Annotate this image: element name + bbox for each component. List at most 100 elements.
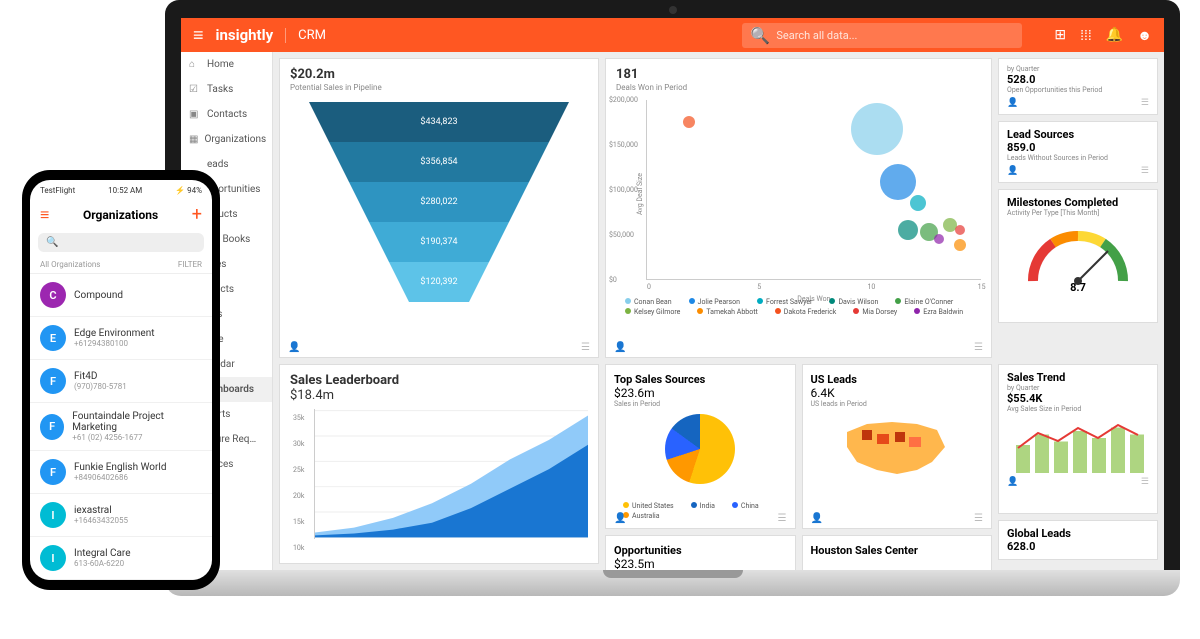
menu-icon[interactable]: ≡ bbox=[40, 205, 49, 225]
global-value: 628.0 bbox=[1007, 540, 1149, 553]
battery-label: ⚡ 94% bbox=[175, 186, 202, 195]
list-icon[interactable]: ☰ bbox=[778, 513, 787, 524]
funnel-segment: $356,854 bbox=[329, 142, 549, 182]
bubble-point bbox=[955, 225, 965, 235]
laptop-bezel: ≡ insightly CRM 🔍 ⊞ ⁞⁞⁞ 🔔 ☻ ⌂Home☑Tasks▣… bbox=[165, 0, 1180, 570]
status-bar: TestFlight 10:52 AM ⚡ 94% bbox=[30, 180, 212, 200]
bubble-point bbox=[910, 195, 926, 211]
person-icon[interactable]: 👤 bbox=[1007, 98, 1018, 108]
person-icon[interactable]: 👤 bbox=[1007, 166, 1018, 176]
phone-search[interactable]: 🔍 bbox=[38, 233, 204, 252]
x-axis-label: Deals Won bbox=[797, 295, 830, 303]
person-icon[interactable]: 👤 bbox=[1007, 477, 1018, 487]
houston-title: Houston Sales Center bbox=[811, 544, 984, 557]
bubble-point bbox=[898, 220, 918, 240]
funnel-card: $20.2m Potential Sales in Pipeline $434,… bbox=[279, 58, 599, 358]
time-label: 10:52 AM bbox=[108, 186, 142, 195]
brand-logo: insightly bbox=[216, 26, 274, 44]
houston-card: Houston Sales Center bbox=[802, 535, 993, 570]
leaderboard-card: Sales Leaderboard $18.4m bbox=[279, 364, 599, 564]
org-list: C CompoundE Edge Environment+61294380100… bbox=[30, 274, 212, 580]
org-item[interactable]: I Integral Care613-60A-6220 bbox=[30, 537, 212, 580]
top-actions: ⊞ ⁞⁞⁞ 🔔 ☻ bbox=[1054, 27, 1152, 44]
opps-value: $23.5m bbox=[614, 557, 787, 570]
org-item[interactable]: E Edge Environment+61294380100 bbox=[30, 317, 212, 360]
person-icon[interactable]: 👤 bbox=[614, 513, 626, 524]
top-bar: ≡ insightly CRM 🔍 ⊞ ⁞⁞⁞ 🔔 ☻ bbox=[181, 18, 1164, 52]
list-icon[interactable]: ☰ bbox=[1141, 166, 1149, 176]
global-title: Global Leads bbox=[1007, 527, 1149, 540]
org-item[interactable]: C Compound bbox=[30, 274, 212, 317]
right-column: by Quarter 528.0 Open Opportunities this… bbox=[998, 58, 1158, 358]
phone-screen: TestFlight 10:52 AM ⚡ 94% ≡ Organization… bbox=[30, 180, 212, 580]
list-icon[interactable]: ☰ bbox=[974, 342, 983, 353]
org-item[interactable]: F Fountaindale Project Marketing+61 (02)… bbox=[30, 403, 212, 451]
leads-sub: Leads Without Sources in Period bbox=[1007, 154, 1149, 162]
person-icon[interactable]: 👤 bbox=[614, 342, 626, 353]
list-icon[interactable]: ☰ bbox=[1141, 98, 1149, 108]
trend-card: Sales Trend by Quarter $55.4K Avg Sales … bbox=[998, 364, 1158, 514]
person-icon[interactable]: 👤 bbox=[811, 513, 823, 524]
sidebar-item[interactable]: ▦Organizations bbox=[181, 127, 272, 152]
middle-grid: Top Sales Sources $23.6m Sales in Period… bbox=[605, 364, 992, 570]
main-layout: ⌂Home☑Tasks▣Contacts▦Organizationseadspp… bbox=[181, 52, 1164, 570]
us-map-icon bbox=[837, 412, 957, 482]
person-icon[interactable]: 👤 bbox=[288, 342, 300, 353]
trend-title: Sales Trend bbox=[1007, 371, 1149, 384]
funnel-segment: $120,392 bbox=[389, 262, 489, 302]
search-box[interactable]: 🔍 bbox=[742, 23, 1022, 48]
filter-button[interactable]: FILTER bbox=[178, 260, 202, 269]
dashboard-content: $20.2m Potential Sales in Pipeline $434,… bbox=[273, 52, 1164, 570]
svg-text:8.7: 8.7 bbox=[1070, 281, 1086, 291]
list-icon[interactable]: ☰ bbox=[581, 342, 590, 353]
topsales-title: Top Sales Sources bbox=[614, 373, 787, 386]
org-item[interactable]: F Fit4D(970)780-5781 bbox=[30, 360, 212, 403]
bell-icon[interactable]: 🔔 bbox=[1106, 27, 1123, 44]
list-icon[interactable]: ☰ bbox=[974, 513, 983, 524]
bubble-point bbox=[851, 103, 903, 155]
gauge-chart: 8.7 bbox=[1018, 221, 1138, 291]
opportunities-card: Opportunities $23.5m bbox=[605, 535, 796, 570]
bubble-card: 181 Deals Won in Period Avg Deal Size De… bbox=[605, 58, 992, 358]
sidebar-item[interactable]: ▣Contacts bbox=[181, 102, 272, 127]
add-icon[interactable]: + bbox=[192, 204, 202, 225]
filter-label[interactable]: All Organizations bbox=[40, 260, 100, 269]
camera-dot bbox=[669, 6, 677, 14]
list-icon[interactable]: ☰ bbox=[1141, 477, 1149, 487]
phone-header: ≡ Organizations + bbox=[30, 200, 212, 229]
milestones-card: Milestones Completed Activity Per Type [… bbox=[998, 189, 1158, 323]
phone-frame: TestFlight 10:52 AM ⚡ 94% ≡ Organization… bbox=[22, 170, 220, 590]
quarter-sub: Open Opportunities this Period bbox=[1007, 86, 1149, 94]
bubble-value: 181 bbox=[616, 67, 981, 82]
milestones-title: Milestones Completed bbox=[1007, 196, 1149, 209]
bubble-chart: Avg Deal Size Deals Won $200,000$150,000… bbox=[646, 100, 981, 280]
sidebar-item[interactable]: ☑Tasks bbox=[181, 77, 272, 102]
org-item[interactable]: F Funkie English World+84906402686 bbox=[30, 451, 212, 494]
topsales-card: Top Sales Sources $23.6m Sales in Period… bbox=[605, 364, 796, 529]
trend-value: $55.4K bbox=[1007, 392, 1149, 405]
funnel-value: $20.2m bbox=[290, 67, 588, 82]
filter-bar: All Organizations FILTER bbox=[30, 256, 212, 274]
bubble-point bbox=[934, 234, 944, 244]
menu-icon[interactable]: ≡ bbox=[193, 25, 204, 46]
sidebar-item[interactable]: ⌂Home bbox=[181, 52, 272, 77]
org-item[interactable]: I iexastral+16463432055 bbox=[30, 494, 212, 537]
add-icon[interactable]: ⊞ bbox=[1054, 27, 1066, 44]
laptop-frame: ≡ insightly CRM 🔍 ⊞ ⁞⁞⁞ 🔔 ☻ ⌂Home☑Tasks▣… bbox=[165, 0, 1180, 600]
topsales-sub: Sales in Period bbox=[614, 400, 787, 408]
app-screen: ≡ insightly CRM 🔍 ⊞ ⁞⁞⁞ 🔔 ☻ ⌂Home☑Tasks▣… bbox=[181, 18, 1164, 570]
search-input[interactable] bbox=[776, 29, 1014, 42]
global-card: Global Leads 628.0 bbox=[998, 520, 1158, 560]
funnel-chart: $434,823$356,854$280,022$190,374$120,392 bbox=[309, 102, 569, 302]
leads-card: Lead Sources 859.0 Leads Without Sources… bbox=[998, 121, 1158, 183]
usleads-card: US Leads 6.4K US leads in Period 👤☰ bbox=[802, 364, 993, 529]
leads-value: 859.0 bbox=[1007, 141, 1149, 154]
account-icon[interactable]: ☻ bbox=[1137, 27, 1152, 44]
apps-icon[interactable]: ⁞⁞⁞ bbox=[1080, 27, 1092, 44]
usleads-value: 6.4K bbox=[811, 386, 984, 400]
area-chart: 35k30k25k20k15k10k bbox=[314, 409, 588, 539]
quarter-sup: by Quarter bbox=[1007, 65, 1149, 73]
quarter-value: 528.0 bbox=[1007, 73, 1149, 86]
phone-title: Organizations bbox=[83, 208, 158, 222]
funnel-subtitle: Potential Sales in Pipeline bbox=[290, 83, 588, 92]
